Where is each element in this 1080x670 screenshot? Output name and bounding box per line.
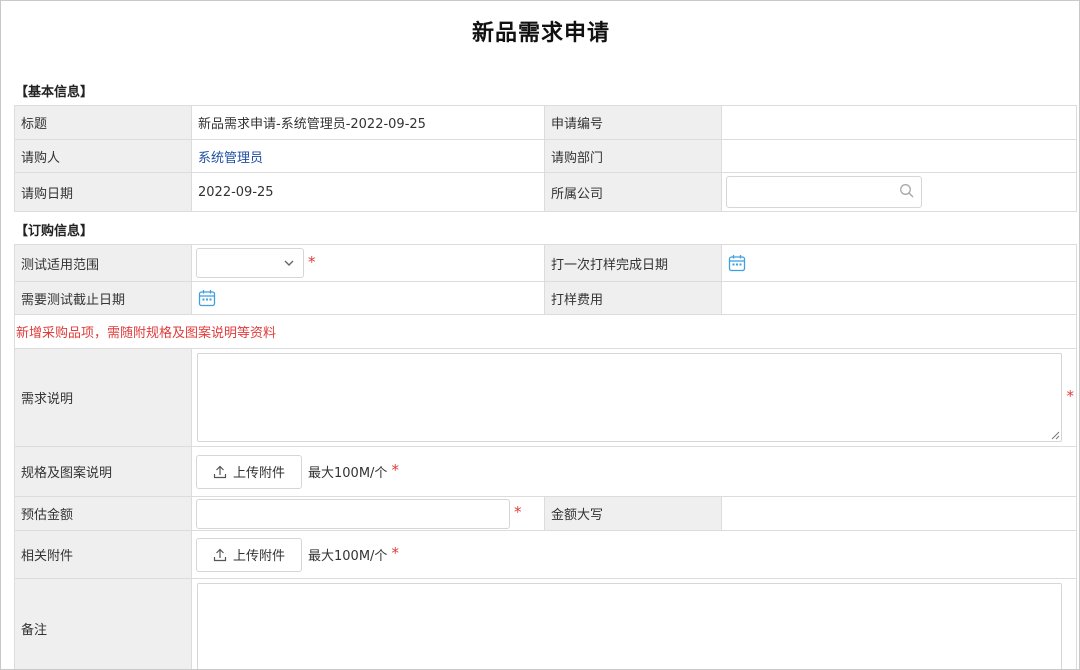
upload-size-hint: 最大100M/个 <box>308 549 388 564</box>
test-scope-label: 测试适用范围 <box>14 244 192 282</box>
upload-button-label: 上传附件 <box>233 466 286 481</box>
attachment-notice: 新增采购品项，需随附规格及图案说明等资料 <box>16 326 277 341</box>
remarks-textarea[interactable] <box>197 583 1062 669</box>
upload-button-label: 上传附件 <box>233 549 286 564</box>
order-info-table: 测试适用范围 * 打一次打样完成日期 需要测试截止日期 打样费用 新增采购品项，… <box>14 244 1077 669</box>
required-mark: * <box>391 544 399 562</box>
sample-fee-label: 打样费用 <box>544 281 722 315</box>
required-mark: * <box>514 503 522 521</box>
section-basic-info: 【基本信息】 <box>15 85 94 100</box>
requester-link[interactable]: 系统管理员 <box>198 151 263 166</box>
calendar-icon[interactable] <box>728 254 746 272</box>
company-label: 所属公司 <box>544 172 722 212</box>
upload-size-hint: 最大100M/个 <box>308 466 388 481</box>
related-attachments-label: 相关附件 <box>14 530 192 579</box>
calendar-icon[interactable] <box>198 289 216 307</box>
chevron-down-icon <box>284 260 294 266</box>
attachment-upload-button[interactable]: 上传附件 <box>196 537 303 572</box>
required-mark: * <box>391 461 399 479</box>
spec-description-label: 规格及图案说明 <box>14 446 192 497</box>
test-scope-select[interactable] <box>196 248 304 278</box>
requester-label: 请购人 <box>14 139 192 173</box>
resize-handle-icon[interactable] <box>1051 431 1060 440</box>
estimated-amount-label: 预估金额 <box>14 496 192 531</box>
sample-fee-value <box>721 281 1077 315</box>
request-date-value: 2022-09-25 <box>191 172 545 212</box>
demand-description-label: 需求说明 <box>14 348 192 447</box>
department-value <box>721 139 1077 173</box>
request-date-label: 请购日期 <box>14 172 192 212</box>
amount-uppercase-value <box>721 496 1077 531</box>
sample-complete-date-label: 打一次打样完成日期 <box>544 244 722 282</box>
test-deadline-label: 需要测试截止日期 <box>14 281 192 315</box>
application-number-value <box>721 105 1077 140</box>
upload-icon <box>213 465 227 478</box>
amount-uppercase-label: 金额大写 <box>544 496 722 531</box>
required-mark: * <box>308 252 316 271</box>
demand-description-textarea[interactable] <box>197 353 1062 442</box>
form-window: 新品需求申请 【基本信息】 标题 新品需求申请-系统管理员-2022-09-25… <box>0 0 1080 670</box>
application-number-label: 申请编号 <box>544 105 722 140</box>
search-icon[interactable] <box>899 183 915 199</box>
title-label: 标题 <box>14 105 192 140</box>
page-title: 新品需求申请 <box>471 21 610 46</box>
upload-icon <box>213 548 227 561</box>
section-order-info: 【订购信息】 <box>15 224 94 239</box>
required-mark: * <box>1066 387 1075 405</box>
estimated-amount-input[interactable] <box>196 498 510 529</box>
company-lookup[interactable] <box>726 176 922 208</box>
remarks-label: 备注 <box>14 578 192 669</box>
spec-upload-button[interactable]: 上传附件 <box>196 454 303 489</box>
title-value: 新品需求申请-系统管理员-2022-09-25 <box>191 105 545 140</box>
department-label: 请购部门 <box>544 139 722 173</box>
basic-info-table: 标题 新品需求申请-系统管理员-2022-09-25 申请编号 请购人 系统管理… <box>14 105 1077 212</box>
